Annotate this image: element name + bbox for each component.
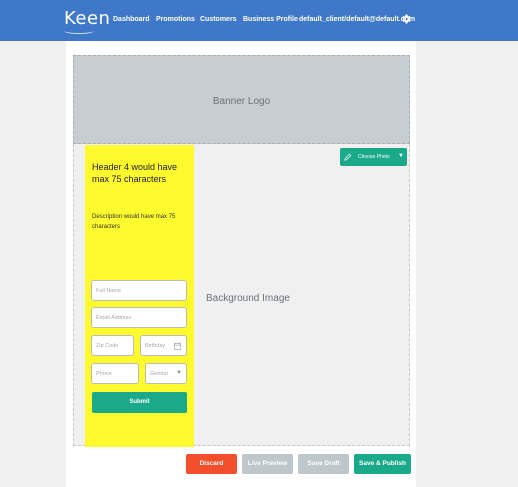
birthday-field[interactable]: Birthday [140,335,187,356]
keen-logo[interactable]: Keen [64,8,110,29]
choose-photo-label: Choose Photo [358,154,390,160]
logo-swoosh [64,28,94,34]
form-header: Header 4 would have max 75 characters [92,162,178,184]
nav-business-profile[interactable]: Business Profile [243,16,298,23]
choose-photo-button[interactable]: Choose Photo ▼ [340,148,407,166]
submit-button[interactable]: Submit [92,392,187,413]
email-field[interactable]: Email Address [91,307,187,328]
discard-button[interactable]: Discard [186,454,237,474]
phone-placeholder: Phone [96,371,112,377]
banner-logo-label: Banner Logo [212,96,271,107]
save-publish-button[interactable]: Save & Publish [354,454,411,474]
zip-code-placeholder: Zip Code [96,343,119,349]
full-name-field[interactable]: Full Name [91,280,187,301]
save-draft-button[interactable]: Save Draft [298,454,349,474]
nav-account-email[interactable]: default_client/default@default.com [299,16,415,23]
gender-select[interactable]: Gender ▼ [145,363,187,384]
pencil-icon [344,153,352,161]
chevron-down-icon: ▼ [176,370,182,376]
birthday-placeholder: Birthday [145,343,166,349]
nav-promotions[interactable]: Promotions [156,16,195,23]
background-image-label: Background Image [206,293,290,304]
email-placeholder: Email Address [96,315,132,321]
banner-logo-area[interactable]: Banner Logo [73,55,410,144]
nav-dashboard[interactable]: Dashboard [113,16,150,23]
live-preview-button[interactable]: Live Preview [242,454,293,474]
phone-field[interactable]: Phone [91,363,139,384]
zip-code-field[interactable]: Zip Code [91,335,134,356]
gear-icon[interactable] [400,13,412,25]
calendar-icon[interactable] [174,342,181,350]
full-name-placeholder: Full Name [96,288,122,294]
top-navbar: Keen Dashboard Promotions Customers Busi… [0,0,518,41]
nav-customers[interactable]: Customers [200,16,237,23]
gender-placeholder: Gender [150,371,169,377]
form-description: Description would have max 75 characters [92,214,176,230]
caret-down-icon[interactable]: ▼ [398,153,404,159]
